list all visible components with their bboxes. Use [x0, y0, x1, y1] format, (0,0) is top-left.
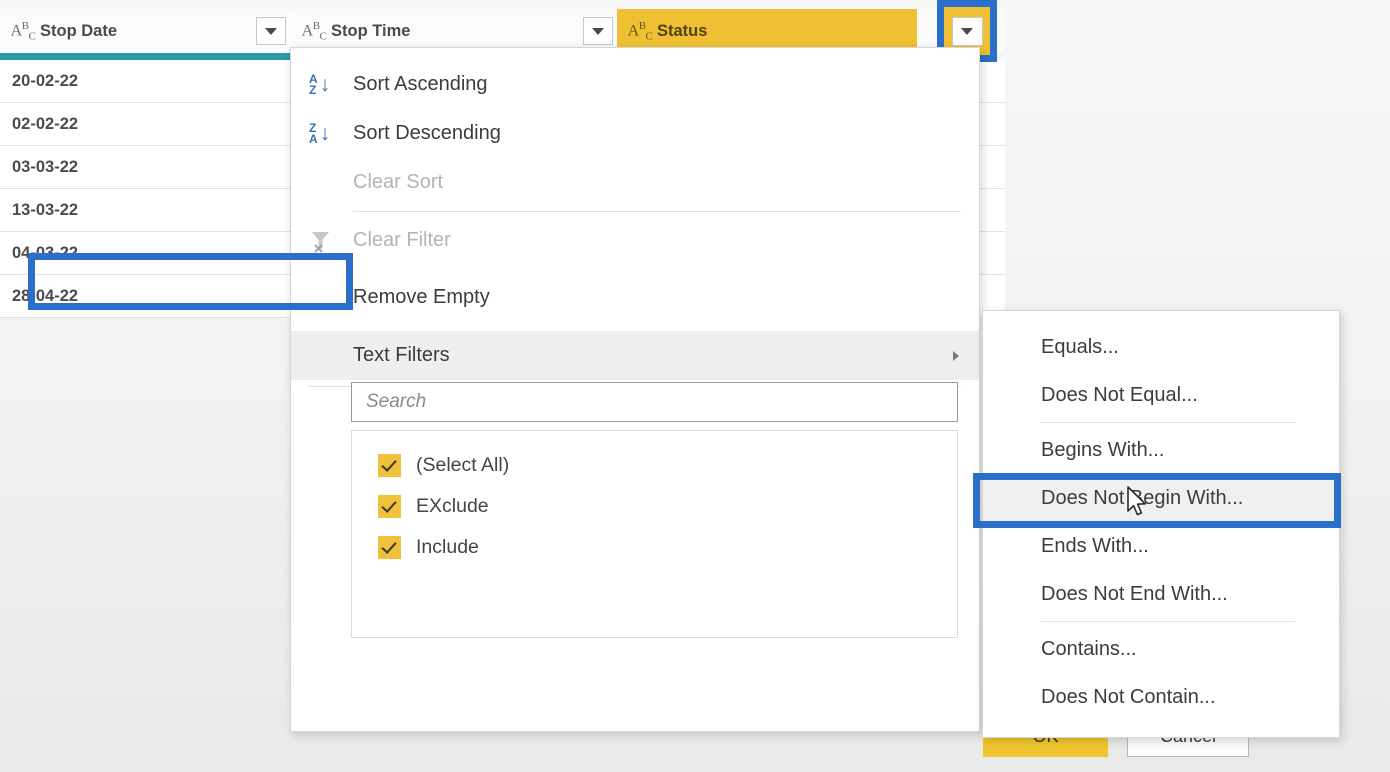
checkbox-exclude[interactable] — [378, 495, 401, 518]
menu-item-remove-empty[interactable]: Remove Empty — [291, 273, 979, 322]
abc-text-type-icon: ABC — [301, 19, 327, 43]
checkbox-include[interactable] — [378, 536, 401, 559]
checkbox-label: EXclude — [416, 495, 489, 517]
column-header-label: Status — [657, 21, 708, 40]
sort-ascending-icon: A Z ↓ — [309, 71, 331, 97]
submenu-item-begins-with[interactable]: Begins With... — [983, 426, 1339, 474]
menu-item-label: Text Filters — [353, 344, 450, 366]
submenu-item-ends-with[interactable]: Ends With... — [983, 522, 1339, 570]
cell-stop-date: 04-03-22 — [0, 232, 291, 274]
cell-stop-date: 13-03-22 — [0, 189, 291, 231]
chevron-down-icon — [592, 27, 604, 35]
filter-dropdown-button-stop-time[interactable] — [583, 17, 613, 45]
menu-item-label: Clear Sort — [353, 171, 444, 193]
menu-item-label: Remove Empty — [353, 286, 490, 308]
chevron-down-icon — [265, 27, 277, 35]
sort-descending-icon: Z A ↓ — [309, 120, 331, 146]
submenu-item-does-not-end-with[interactable]: Does Not End With... — [983, 570, 1339, 618]
list-item[interactable]: EXclude — [378, 486, 957, 527]
menu-divider — [353, 211, 961, 212]
checkbox-select-all[interactable] — [378, 454, 401, 477]
list-item[interactable]: (Select All) — [378, 445, 957, 486]
column-header-label: Stop Date — [40, 21, 118, 40]
cell-stop-date: 20-02-22 — [0, 60, 291, 102]
column-filter-dropdown-panel: A Z ↓ Sort Ascending Z A ↓ Sort Descending C… — [290, 47, 1249, 757]
chevron-right-icon — [953, 350, 959, 361]
submenu-item-does-not-equal[interactable]: Does Not Equal... — [983, 371, 1339, 419]
cell-stop-date: 28-04-22 — [0, 275, 291, 317]
submenu-item-equals[interactable]: Equals... — [983, 323, 1339, 371]
chevron-down-icon — [961, 27, 973, 35]
abc-text-type-icon: ABC — [10, 19, 36, 43]
search-input[interactable] — [364, 390, 957, 414]
filter-dropdown-button-stop-date[interactable] — [256, 17, 286, 45]
menu-item-label: Sort Ascending — [353, 73, 488, 95]
menu-item-clear-sort: Clear Sort — [291, 158, 979, 207]
checkbox-label: (Select All) — [416, 454, 510, 476]
column-header-label: Stop Time — [331, 21, 411, 40]
selection-indicator-bar — [0, 53, 291, 60]
menu-item-clear-filter: Clear Filter — [291, 216, 979, 265]
menu-item-label: Sort Descending — [353, 122, 501, 144]
submenu-divider — [1041, 422, 1295, 423]
submenu-item-contains[interactable]: Contains... — [983, 625, 1339, 673]
abc-text-type-icon: ABC — [627, 19, 653, 43]
checkbox-label: Include — [416, 536, 479, 558]
submenu-item-does-not-begin-with[interactable]: Does Not Begin With... — [983, 474, 1339, 522]
cell-stop-date: 03-03-22 — [0, 146, 291, 188]
text-filters-submenu: Equals... Does Not Equal... Begins With.… — [982, 310, 1340, 738]
menu-item-sort-ascending[interactable]: A Z ↓ Sort Ascending — [291, 60, 979, 109]
cell-stop-date: 02-02-22 — [0, 103, 291, 145]
menu-item-label: Clear Filter — [353, 229, 451, 251]
submenu-divider — [1041, 621, 1295, 622]
search-input-wrapper[interactable] — [351, 382, 958, 422]
menu-item-text-filters[interactable]: Text Filters — [291, 331, 979, 380]
filter-value-checkbox-list[interactable]: (Select All) EXclude Include — [351, 430, 958, 638]
submenu-item-does-not-contain[interactable]: Does Not Contain... — [983, 673, 1339, 721]
clear-filter-funnel-icon — [309, 228, 353, 254]
column-header-stop-date[interactable]: ABC Stop Date — [0, 9, 291, 53]
window-top-strip — [0, 0, 1390, 9]
filter-dropdown-button-status[interactable] — [951, 16, 983, 46]
list-item[interactable]: Include — [378, 527, 957, 568]
menu-item-sort-descending[interactable]: Z A ↓ Sort Descending — [291, 109, 979, 158]
